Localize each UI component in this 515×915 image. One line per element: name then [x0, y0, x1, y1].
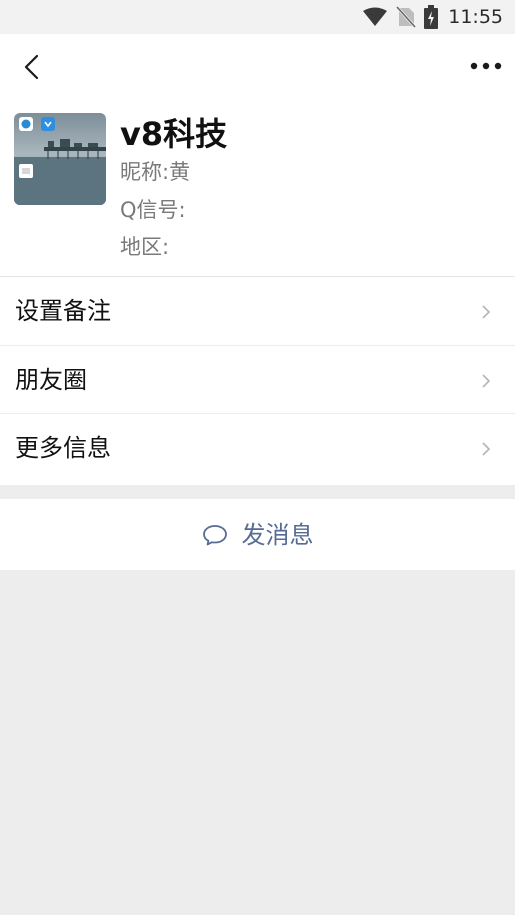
menu-item-moments[interactable]: 朋友圈: [0, 346, 515, 414]
more-icon: [470, 62, 502, 70]
profile-menu: 设置备注 朋友圈 更多信息: [0, 276, 515, 485]
send-message-button[interactable]: 发消息: [0, 499, 515, 570]
profile-name: v8科技: [120, 115, 228, 153]
status-bar: 11:55: [0, 0, 515, 34]
wifi-icon: [363, 7, 388, 26]
battery-charging-icon: [424, 5, 439, 29]
profile-card: v8科技 昵称:黄 Q信号: 地区:: [0, 98, 515, 276]
more-button[interactable]: [469, 56, 503, 76]
profile-nickname: 昵称:黄: [120, 160, 191, 184]
status-icons: 11:55: [362, 5, 503, 29]
back-arrow-icon: [24, 54, 39, 80]
header-bar: [0, 34, 515, 98]
avatar[interactable]: [14, 113, 106, 205]
profile-qq-id: Q信号:: [120, 198, 186, 222]
avatar-image: [14, 113, 106, 205]
chevron-right-icon: [482, 442, 491, 456]
status-time: 11:55: [448, 6, 503, 28]
menu-item-label: 更多信息: [15, 434, 111, 462]
send-message-content: 发消息: [0, 499, 515, 570]
send-message-label: 发消息: [241, 520, 314, 549]
chat-bubble-icon: [202, 524, 227, 545]
profile-region: 地区:: [120, 235, 170, 259]
menu-item-label: 设置备注: [15, 297, 111, 325]
menu-item-more-info[interactable]: 更多信息: [0, 414, 515, 482]
no-sim-icon: [396, 6, 417, 28]
back-button[interactable]: [16, 51, 46, 83]
chevron-right-icon: [482, 374, 491, 388]
chevron-right-icon: [482, 305, 491, 319]
menu-item-set-remark[interactable]: 设置备注: [0, 277, 515, 345]
menu-item-label: 朋友圈: [15, 366, 87, 394]
